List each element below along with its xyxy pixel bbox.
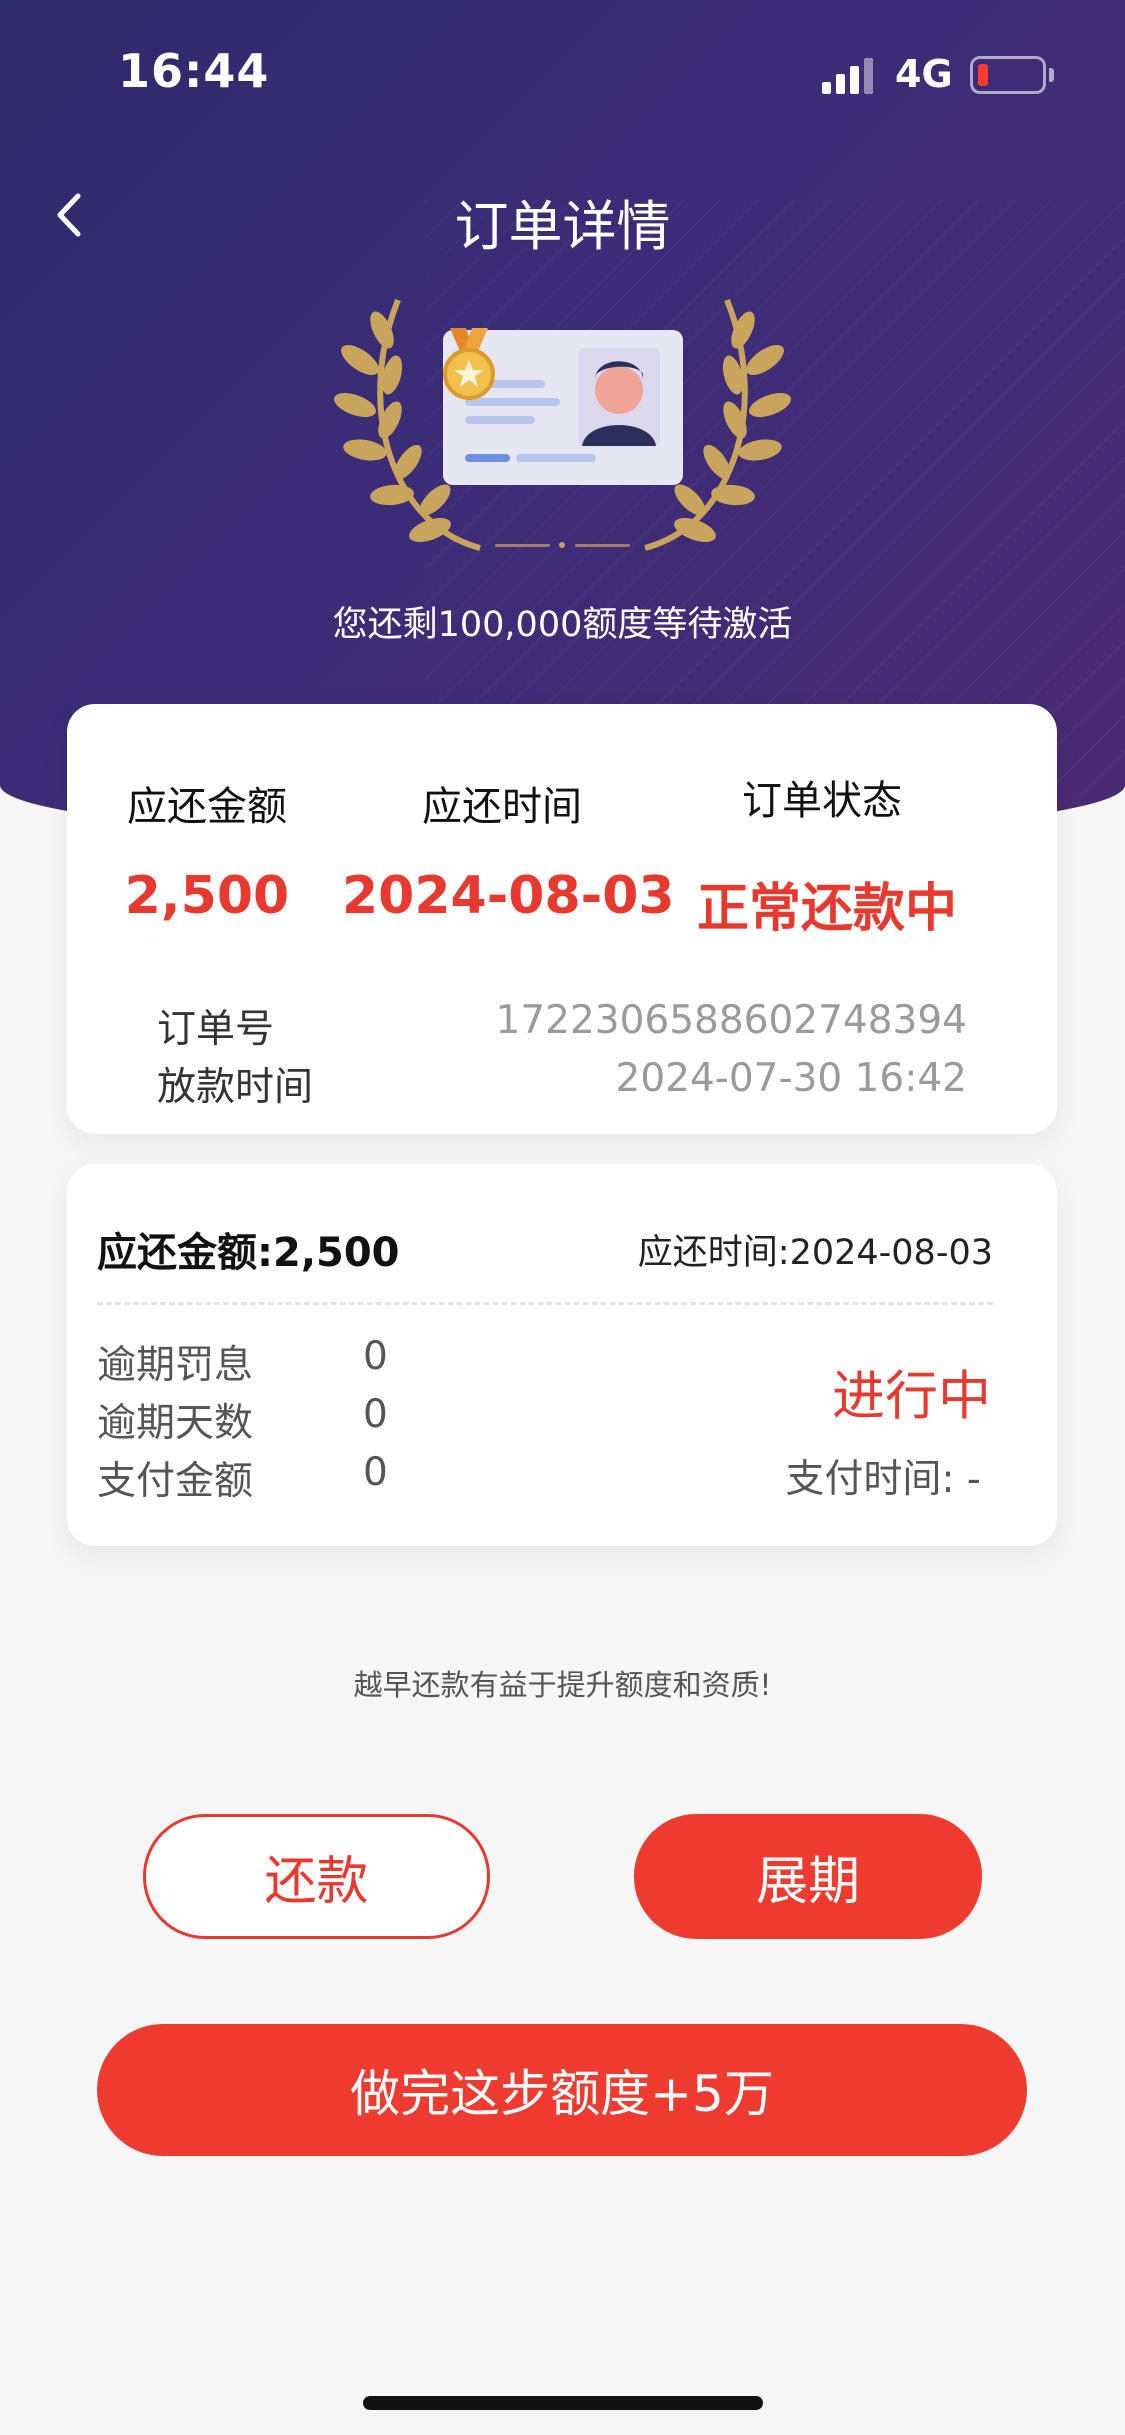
installment-card: 应还金额:2,500 应还时间:2024-08-03 逾期罚息 0 逾期天数 0… bbox=[67, 1164, 1057, 1546]
overdue-days-label: 逾期天数 bbox=[97, 1401, 254, 1446]
extend-button[interactable]: 展期 bbox=[634, 1814, 982, 1939]
decorative-divider bbox=[495, 542, 630, 548]
home-indicator[interactable] bbox=[363, 2396, 763, 2410]
order-no-label: 订单号 bbox=[157, 1007, 275, 1052]
boost-quota-button[interactable]: 做完这步额度+5万 bbox=[97, 2024, 1027, 2156]
installment-due-time: 应还时间:2024-08-03 bbox=[637, 1233, 993, 1273]
loan-time-label: 放款时间 bbox=[157, 1065, 314, 1110]
due-amount-header: 应还金额 bbox=[127, 784, 287, 830]
installment-status: 进行中 bbox=[832, 1366, 991, 1427]
order-no-value: 1722306588602748394 bbox=[495, 998, 967, 1043]
paid-amount-value: 0 bbox=[363, 1450, 388, 1495]
order-status-value: 正常还款中 bbox=[696, 879, 957, 939]
dashed-divider bbox=[97, 1302, 993, 1305]
page-title: 订单详情 bbox=[454, 195, 671, 258]
due-date-value: 2024-08-03 bbox=[342, 866, 675, 926]
repay-tip: 越早还款有益于提升额度和资质! bbox=[353, 1668, 772, 1702]
id-card-badge-illustration bbox=[334, 298, 791, 551]
due-date-header: 应还时间 bbox=[422, 784, 582, 830]
battery-icon bbox=[970, 56, 1046, 94]
penalty-label: 逾期罚息 bbox=[97, 1343, 254, 1388]
order-summary-card: 应还金额 应还时间 订单状态 2,500 2024-08-03 正常还款中 订单… bbox=[67, 704, 1057, 1134]
network-label: 4G bbox=[895, 52, 953, 96]
quota-message: 您还剩100,000额度等待激活 bbox=[332, 605, 793, 645]
status-bar: 16:44 4G bbox=[0, 0, 1125, 140]
installment-amount: 应还金额:2,500 bbox=[97, 1230, 400, 1276]
loan-time-value: 2024-07-30 16:42 bbox=[615, 1056, 967, 1101]
overdue-days-value: 0 bbox=[363, 1392, 388, 1437]
penalty-value: 0 bbox=[363, 1334, 388, 1379]
signal-icon bbox=[822, 58, 873, 94]
battery-cap bbox=[1049, 68, 1054, 82]
due-amount-value: 2,500 bbox=[124, 866, 290, 926]
repay-button[interactable]: 还款 bbox=[143, 1814, 490, 1939]
paid-amount-label: 支付金额 bbox=[97, 1459, 254, 1504]
pay-time: 支付时间: - bbox=[785, 1457, 981, 1502]
status-time: 16:44 bbox=[118, 44, 270, 98]
order-status-header: 订单状态 bbox=[742, 778, 902, 824]
